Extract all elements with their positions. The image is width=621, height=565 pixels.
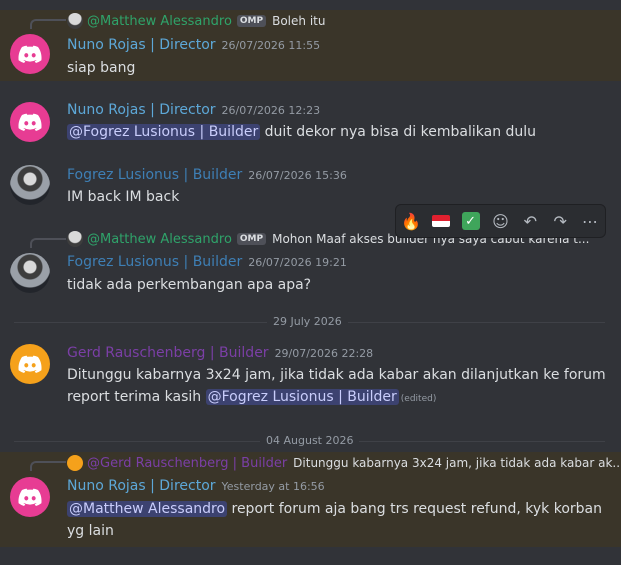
message-actions-toolbar: 🔥 ✓ ☺ ↶ ↷ ⋯ — [395, 204, 606, 238]
message-header: Gerd Rauschenberg | Builder 29/07/2026 22… — [67, 345, 373, 361]
avatar[interactable] — [10, 102, 50, 142]
reply-text: Boleh itu — [272, 14, 326, 28]
avatar[interactable] — [10, 165, 50, 205]
indonesia-flag-emoji-reaction[interactable] — [428, 208, 454, 234]
more-icon[interactable]: ⋯ — [577, 208, 603, 234]
reply-spine — [30, 461, 66, 471]
message-line-2: report terima kasih @Fogrez Lusionus | B… — [67, 386, 607, 410]
author-name[interactable]: Nuno Rojas | Director — [67, 478, 216, 494]
message-text: tidak ada perkembangan apa apa? — [67, 277, 312, 293]
message-text: siap bang — [67, 60, 136, 76]
message-1[interactable]: @Matthew Alessandro OMP Boleh itu Nuno R… — [0, 10, 621, 81]
check-mark-emoji-reaction[interactable]: ✓ — [458, 208, 484, 234]
avatar[interactable] — [10, 253, 50, 293]
reply-spine — [30, 19, 66, 29]
timestamp[interactable]: 26/07/2026 12:23 — [222, 104, 321, 117]
reply-author[interactable]: @Matthew Alessandro — [87, 232, 232, 247]
message-text: @Fogrez Lusionus | Builder duit dekor ny… — [67, 121, 536, 143]
message-text: @Matthew Alessandro report forum aja ban… — [67, 498, 607, 542]
fire-emoji-reaction[interactable]: 🔥 — [398, 208, 424, 234]
timestamp[interactable]: 26/07/2026 19:21 — [248, 256, 347, 269]
timestamp[interactable]: 26/07/2026 11:55 — [222, 39, 321, 52]
timestamp[interactable]: 26/07/2026 15:36 — [248, 169, 347, 182]
timestamp[interactable]: Yesterday at 16:56 — [222, 480, 325, 493]
reply-preview[interactable]: @Matthew Alessandro OMP Boleh itu — [67, 13, 325, 29]
user-mention[interactable]: @Matthew Alessandro — [67, 501, 228, 517]
message-5[interactable]: Gerd Rauschenberg | Builder 29/07/2026 22… — [0, 344, 621, 410]
message-header: Nuno Rojas | Director 26/07/2026 12:23 — [67, 102, 320, 118]
message-2[interactable]: Nuno Rojas | Director 26/07/2026 12:23 @F… — [0, 100, 621, 150]
user-mention[interactable]: @Fogrez Lusionus | Builder — [67, 124, 261, 140]
reply-preview[interactable]: @Gerd Rauschenberg | Builder Ditunggu ka… — [67, 455, 621, 471]
add-reaction-icon[interactable]: ☺ — [487, 208, 513, 234]
reply-badge: OMP — [236, 15, 267, 27]
message-header: Nuno Rojas | Director Yesterday at 16:56 — [67, 478, 325, 494]
message-line-1: Ditunggu kabarnya 3x24 jam, jika tidak a… — [67, 367, 606, 383]
timestamp[interactable]: 29/07/2026 22:28 — [275, 347, 374, 360]
reply-avatar — [67, 231, 83, 247]
date-divider-label: 04 August 2026 — [260, 434, 360, 447]
author-name[interactable]: Fogrez Lusionus | Builder — [67, 167, 242, 183]
author-name[interactable]: Gerd Rauschenberg | Builder — [67, 345, 269, 361]
avatar[interactable] — [10, 477, 50, 517]
author-name[interactable]: Nuno Rojas | Director — [67, 102, 216, 118]
message-body: report forum aja bang trs request refund… — [227, 501, 602, 517]
message-text: IM back IM back — [67, 189, 180, 205]
reply-badge: OMP — [236, 233, 267, 245]
reply-author[interactable]: @Gerd Rauschenberg | Builder — [87, 456, 287, 471]
discord-icon — [18, 355, 42, 373]
message-header: Fogrez Lusionus | Builder 26/07/2026 15:3… — [67, 167, 347, 183]
edited-label: (edited) — [400, 394, 437, 404]
discord-icon — [18, 113, 42, 131]
author-name[interactable]: Fogrez Lusionus | Builder — [67, 254, 242, 270]
message-body: duit dekor nya bisa di kembalikan dulu — [260, 124, 537, 140]
reply-spine — [30, 238, 66, 248]
discord-icon — [18, 45, 42, 63]
reply-icon[interactable]: ↶ — [517, 208, 543, 234]
message-line-2: yg lain — [67, 523, 114, 539]
reply-avatar — [67, 13, 83, 29]
user-mention[interactable]: @Fogrez Lusionus | Builder — [205, 389, 399, 405]
reply-text: Ditunggu kabarnya 3x24 jam, jika tidak a… — [293, 456, 621, 470]
author-name[interactable]: Nuno Rojas | Director — [67, 37, 216, 53]
reply-avatar — [67, 455, 83, 471]
message-text: Ditunggu kabarnya 3x24 jam, jika tidak a… — [67, 364, 607, 410]
date-divider-label: 29 July 2026 — [267, 315, 348, 328]
discord-icon — [18, 488, 42, 506]
message-header: Fogrez Lusionus | Builder 26/07/2026 19:2… — [67, 254, 347, 270]
message-4[interactable]: @Matthew Alessandro OMP Mohon Maaf akses… — [0, 229, 621, 299]
avatar[interactable] — [10, 344, 50, 384]
reply-author[interactable]: @Matthew Alessandro — [87, 14, 232, 29]
forward-icon[interactable]: ↷ — [547, 208, 573, 234]
message-6[interactable]: @Gerd Rauschenberg | Builder Ditunggu ka… — [0, 452, 621, 547]
message-body: report terima kasih — [67, 389, 206, 405]
message-header: Nuno Rojas | Director 26/07/2026 11:55 — [67, 37, 320, 53]
avatar[interactable] — [10, 34, 50, 74]
